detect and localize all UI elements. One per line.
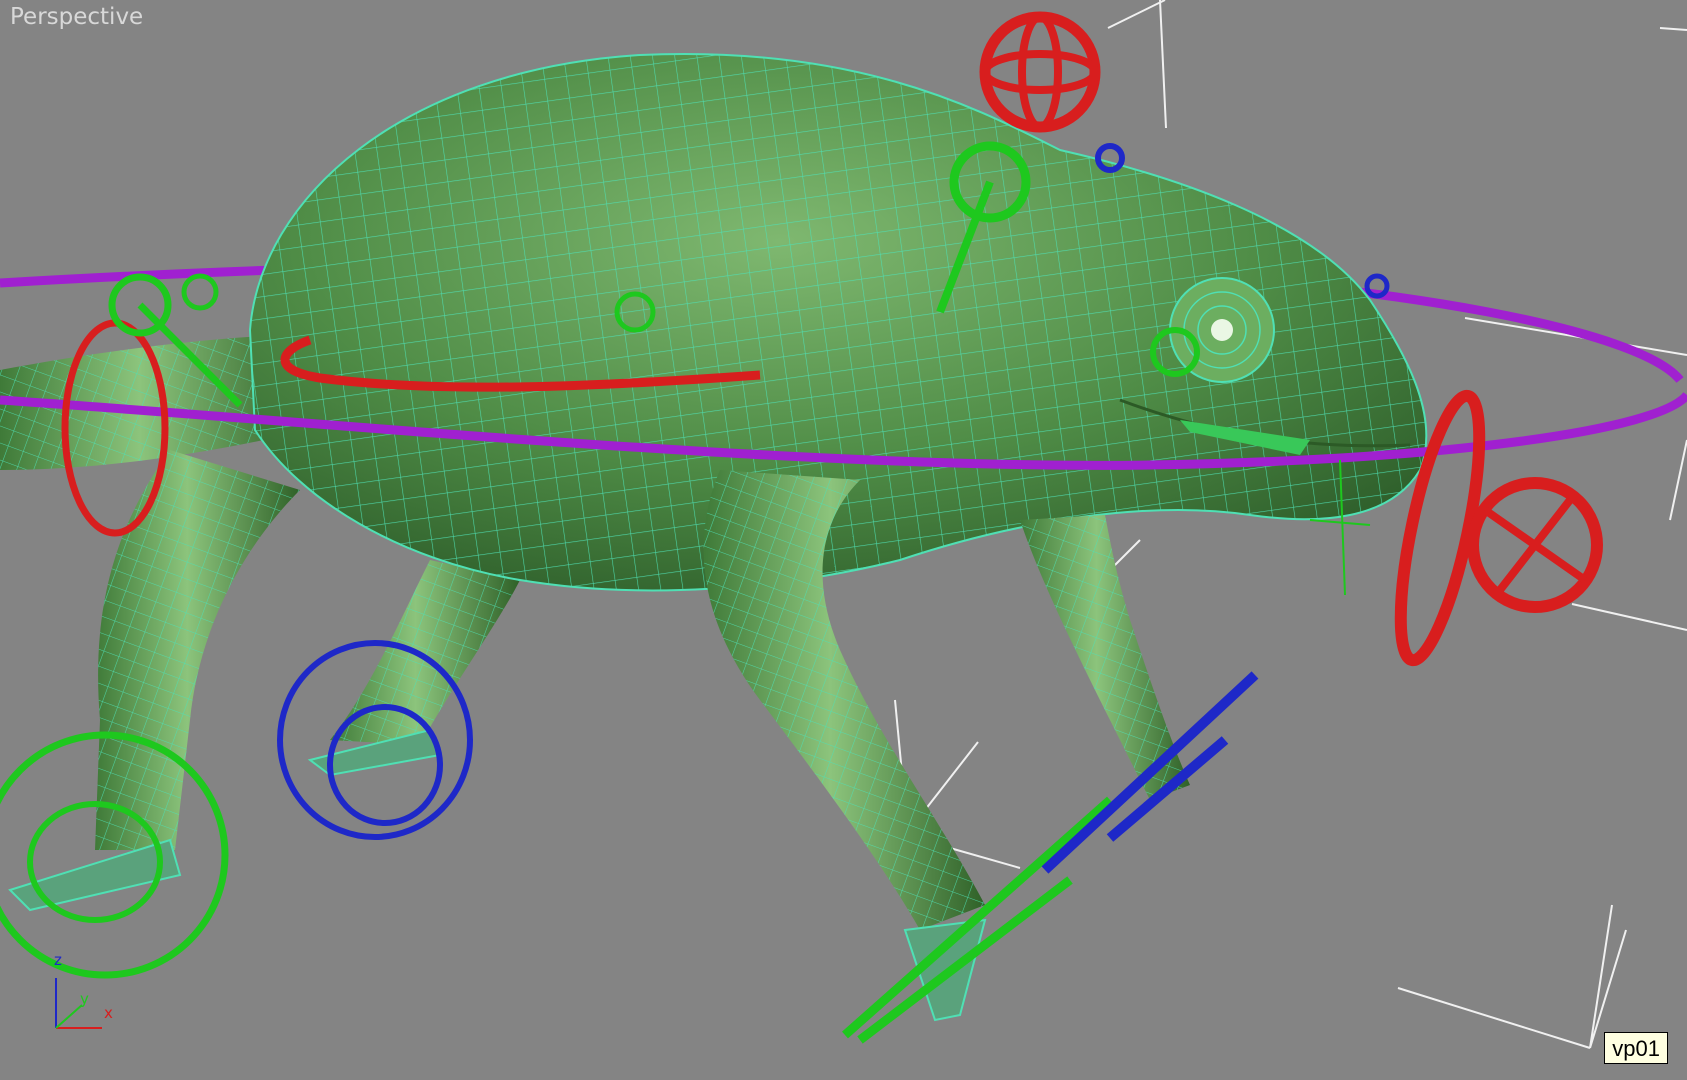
- axis-label-y: y: [80, 990, 89, 1008]
- perspective-viewport[interactable]: z y x Perspective vp01: [0, 0, 1687, 1080]
- camera-name-badge: vp01: [1604, 1032, 1668, 1064]
- viewport-label[interactable]: Perspective: [10, 4, 143, 30]
- axis-tripod: z y x: [54, 951, 113, 1029]
- axis-label-x: x: [104, 1004, 113, 1022]
- back-leg-right[interactable]: [307, 560, 520, 777]
- scene-canvas[interactable]: z y x: [0, 0, 1687, 1080]
- axis-label-z: z: [54, 951, 62, 969]
